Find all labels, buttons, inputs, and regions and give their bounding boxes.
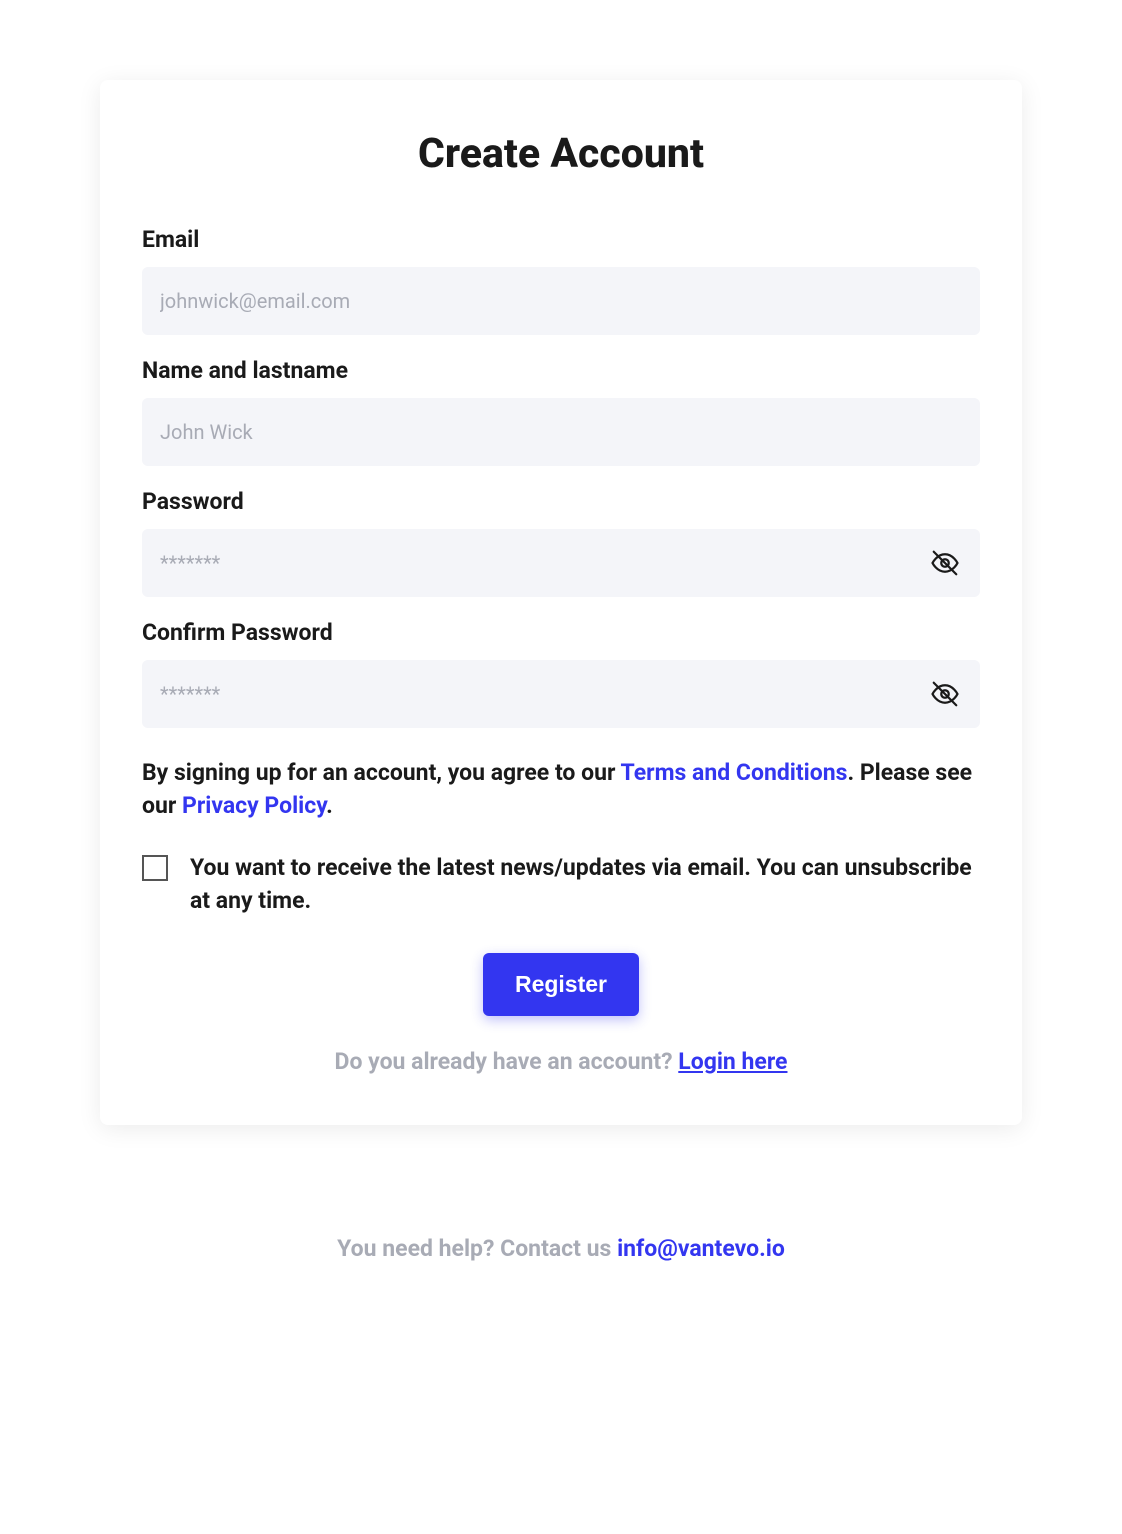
- password-input[interactable]: [142, 529, 980, 597]
- confirm-password-field-group: Confirm Password: [142, 619, 980, 728]
- login-link[interactable]: Login here: [678, 1048, 787, 1075]
- password-field-group: Password: [142, 488, 980, 597]
- confirm-password-input[interactable]: [142, 660, 980, 728]
- footer-help-text: You need help? Contact us: [337, 1235, 617, 1262]
- eye-off-icon[interactable]: [930, 679, 960, 709]
- email-label: Email: [142, 226, 980, 253]
- name-field-group: Name and lastname: [142, 357, 980, 466]
- login-prompt: Do you already have an account? Login he…: [142, 1048, 980, 1075]
- email-input[interactable]: [142, 267, 980, 335]
- newsletter-checkbox[interactable]: [142, 855, 168, 881]
- terms-prefix: By signing up for an account, you agree …: [142, 759, 621, 786]
- newsletter-row: You want to receive the latest news/upda…: [142, 851, 980, 918]
- create-account-card: Create Account Email Name and lastname P…: [100, 80, 1022, 1125]
- footer-email-link[interactable]: info@vantevo.io: [617, 1235, 785, 1262]
- terms-text: By signing up for an account, you agree …: [142, 756, 980, 823]
- register-button[interactable]: Register: [483, 953, 639, 1016]
- login-prompt-text: Do you already have an account?: [335, 1048, 679, 1075]
- confirm-password-label: Confirm Password: [142, 619, 980, 646]
- terms-suffix: .: [326, 792, 333, 819]
- page-title: Create Account: [142, 130, 980, 178]
- password-label: Password: [142, 488, 980, 515]
- newsletter-label: You want to receive the latest news/upda…: [190, 851, 980, 918]
- name-input[interactable]: [142, 398, 980, 466]
- name-label: Name and lastname: [142, 357, 980, 384]
- privacy-link[interactable]: Privacy Policy: [182, 792, 326, 819]
- email-field-group: Email: [142, 226, 980, 335]
- terms-link[interactable]: Terms and Conditions: [621, 759, 848, 786]
- eye-off-icon[interactable]: [930, 548, 960, 578]
- footer-help: You need help? Contact us info@vantevo.i…: [100, 1235, 1022, 1262]
